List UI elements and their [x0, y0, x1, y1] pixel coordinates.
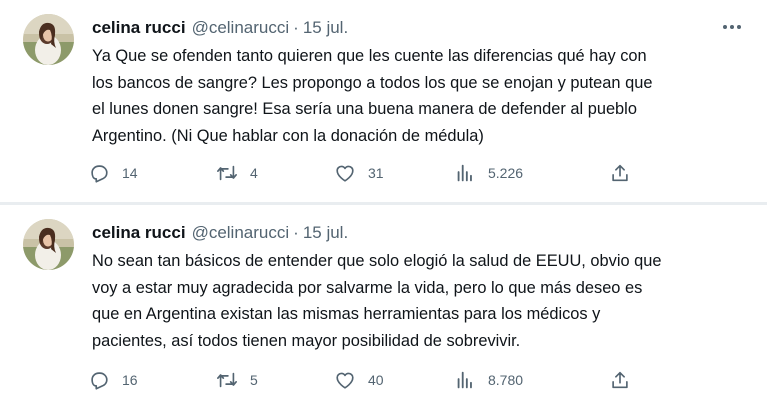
like-button[interactable]: 40 [334, 368, 384, 392]
tweet-header: celina rucci @celinarucci · 15 jul. [92, 222, 348, 244]
tweet-text-line: voy a estar muy agradecida por salvarme … [92, 278, 643, 297]
tweet[interactable]: celina rucci @celinarucci · 15 jul. No sean… [0, 205, 767, 409]
tweet-text-line: pacientes, así todos tienen mayor posibi… [92, 331, 521, 350]
more-options-icon[interactable] [723, 20, 743, 34]
heart-icon [336, 372, 354, 389]
share-button[interactable] [609, 161, 631, 185]
retweet-count: 4 [250, 165, 258, 181]
retweet-count: 5 [250, 372, 258, 388]
tweet-text: Ya Que se ofenden tanto quieren que les … [92, 43, 762, 149]
tweet[interactable]: celina rucci @celinarucci · 15 jul. Ya Que … [0, 0, 767, 203]
views-count: 8.780 [488, 372, 524, 388]
author-name[interactable]: celina rucci [92, 18, 186, 37]
separator: · [293, 18, 299, 37]
tweet-text: No sean tan básicos de entender que solo… [92, 248, 762, 354]
retweet-icon [217, 165, 237, 181]
views-button[interactable]: 8.780 [454, 368, 523, 392]
reply-icon [91, 372, 108, 390]
reply-button[interactable]: 14 [88, 161, 138, 185]
tweet-text-line: Ya Que se ofenden tanto quieren que les … [92, 47, 647, 65]
heart-icon [336, 165, 354, 182]
tweet-header: celina rucci @celinarucci · 15 jul. [92, 17, 348, 39]
tweet-text-line: No sean tan básicos de entender que solo… [92, 252, 662, 270]
share-icon [612, 371, 628, 389]
tweet-actions: 14 4 31 5.226 [88, 161, 648, 185]
avatar[interactable] [23, 14, 74, 65]
like-count: 31 [368, 165, 384, 181]
tweet-text-line: Argentino. (Ni Que hablar con la donació… [92, 126, 484, 145]
share-button[interactable] [609, 368, 631, 392]
retweet-button[interactable]: 5 [216, 368, 258, 392]
retweet-button[interactable]: 4 [216, 161, 258, 185]
reply-icon [91, 165, 108, 183]
like-count: 40 [368, 372, 384, 388]
like-button[interactable]: 31 [334, 161, 384, 185]
tweet-text-line: que en Argentina existan las mismas herr… [92, 305, 601, 323]
analytics-icon [457, 164, 472, 182]
tweet-date[interactable]: 15 jul. [303, 223, 348, 242]
views-button[interactable]: 5.226 [454, 161, 523, 185]
reply-button[interactable]: 16 [88, 368, 138, 392]
author-handle[interactable]: @celinarucci [192, 223, 290, 242]
analytics-icon [457, 371, 472, 389]
tweet-text-line: los bancos de sangre? Les propongo a tod… [92, 73, 653, 92]
reply-count: 14 [122, 165, 138, 181]
tweet-date[interactable]: 15 jul. [303, 18, 348, 37]
tweet-actions: 16 5 40 8.780 [88, 368, 648, 392]
tweet-text-line: el lunes donen sangre! Esa sería una bue… [92, 100, 637, 118]
avatar[interactable] [23, 219, 74, 270]
share-icon [612, 164, 628, 182]
separator: · [293, 223, 299, 242]
views-count: 5.226 [488, 165, 524, 181]
reply-count: 16 [122, 372, 138, 388]
author-name[interactable]: celina rucci [92, 223, 186, 242]
retweet-icon [217, 372, 237, 388]
author-handle[interactable]: @celinarucci [192, 18, 290, 37]
tweet-feed: celina rucci @celinarucci · 15 jul. Ya Que … [0, 0, 767, 409]
